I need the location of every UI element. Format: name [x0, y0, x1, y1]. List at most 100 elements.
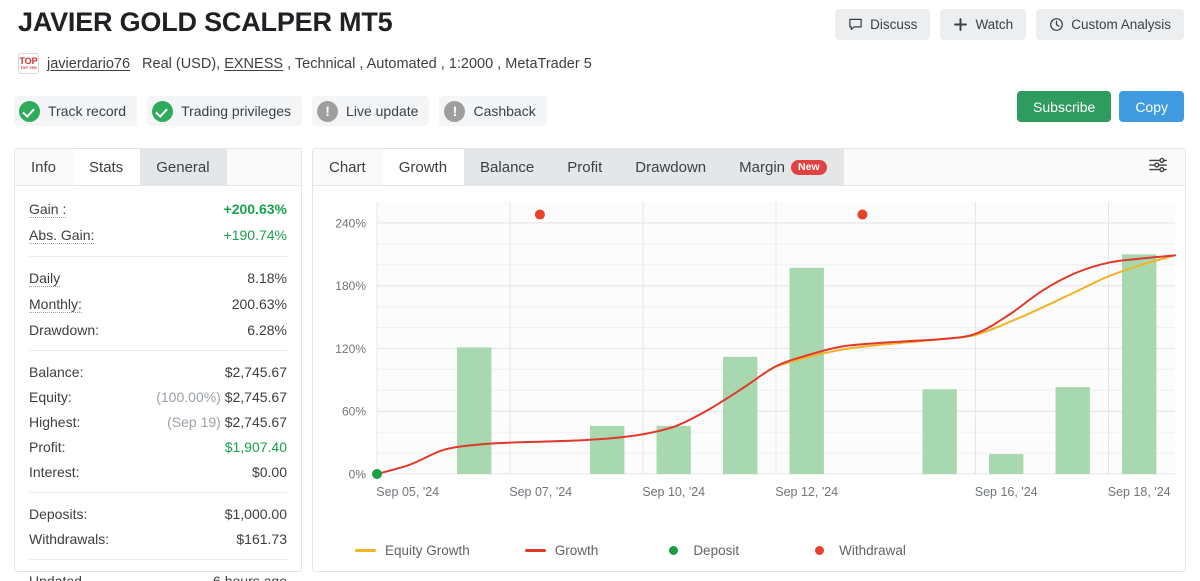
custom-analysis-button[interactable]: Custom Analysis	[1036, 9, 1184, 40]
stat-value-main: $2,745.67	[224, 388, 287, 405]
cta-button-group: Subscribe Copy	[1017, 91, 1184, 122]
tab-profit[interactable]: Profit	[551, 149, 620, 185]
stat-value: 8.18%	[247, 269, 287, 286]
legend-item-equity-growth[interactable]: Equity Growth	[355, 543, 470, 558]
legend-label: Withdrawal	[839, 543, 906, 558]
legend-item-withdrawal[interactable]: Withdrawal	[809, 543, 906, 558]
stat-row-equity: Equity: (100.00%) $2,745.67	[29, 384, 287, 409]
tab-growth-label: Growth	[398, 158, 448, 176]
tab-growth[interactable]: Growth	[382, 149, 465, 185]
sliders-icon	[1147, 154, 1169, 181]
tab-general-label: General	[156, 158, 210, 176]
stat-value-main: $2,745.67	[224, 413, 287, 430]
subscribe-button[interactable]: Subscribe	[1017, 91, 1112, 122]
stat-value-prefix: (Sep 19)	[167, 413, 221, 430]
svg-text:Sep 05, '24: Sep 05, '24	[376, 485, 439, 499]
tab-balance[interactable]: Balance	[464, 149, 552, 185]
svg-text:60%: 60%	[342, 405, 366, 419]
stat-label: Highest:	[29, 413, 81, 430]
page-header: JAVIER GOLD SCALPER MT5 Discuss Watch Cu…	[0, 0, 1200, 48]
discuss-label: Discuss	[870, 17, 918, 32]
stat-row-gain: Gain : +200.63%	[29, 196, 287, 222]
legend-item-growth[interactable]: Growth	[524, 543, 598, 558]
chart-legend: Equity Growth Growth Deposit Withdrawal	[313, 543, 1187, 558]
tab-drawdown[interactable]: Drawdown	[619, 149, 724, 185]
copy-button[interactable]: Copy	[1119, 91, 1184, 122]
custom-analysis-label: Custom Analysis	[1071, 17, 1171, 32]
chart-settings-button[interactable]	[1143, 152, 1173, 182]
stat-row-daily: Daily 8.18%	[29, 265, 287, 291]
stat-value: $161.73	[236, 530, 287, 547]
clock-icon	[1049, 17, 1064, 32]
stat-row-withdrawals: Withdrawals: $161.73	[29, 526, 287, 551]
stat-label: Withdrawals:	[29, 530, 110, 547]
exclamation-circle-icon	[317, 100, 339, 122]
stat-label: Gain :	[29, 200, 67, 218]
stat-value: (Sep 19) $2,745.67	[167, 414, 287, 430]
divider	[29, 492, 287, 494]
status-chip-group: Track record Trading privileges Live upd…	[14, 96, 547, 126]
tab-drawdown-label: Drawdown	[635, 158, 707, 176]
stat-row-highest: Highest: (Sep 19) $2,745.67	[29, 409, 287, 434]
divider	[29, 559, 287, 561]
stat-value: 200.63%	[231, 295, 287, 312]
svg-text:Sep 12, '24: Sep 12, '24	[775, 485, 838, 499]
stat-value: 6.28%	[247, 321, 287, 338]
stat-label: Monthly:	[29, 295, 82, 313]
svg-text:0%: 0%	[349, 468, 367, 482]
divider	[29, 256, 287, 258]
tab-general[interactable]: General	[140, 149, 227, 185]
svg-text:Sep 18, '24: Sep 18, '24	[1108, 485, 1171, 499]
chart-panel: Chart Growth Balance Profit Drawdown Mar…	[312, 148, 1186, 572]
legend-line-swatch	[524, 549, 546, 552]
plus-icon	[953, 17, 968, 32]
tab-info[interactable]: Info	[15, 149, 74, 185]
chip-track-record[interactable]: Track record	[14, 96, 138, 126]
stat-value: $0.00	[251, 463, 287, 480]
chip-cashback[interactable]: Cashback	[439, 96, 547, 126]
stat-label: Interest:	[29, 463, 80, 480]
username-link[interactable]: javierdario76	[47, 56, 130, 72]
chip-trading-privileges[interactable]: Trading privileges	[147, 96, 303, 126]
broker-link[interactable]: EXNESS	[224, 56, 283, 72]
stat-label: Equity:	[29, 388, 72, 405]
chip-live-update[interactable]: Live update	[312, 96, 430, 126]
legend-item-deposit[interactable]: Deposit	[663, 543, 739, 558]
account-meta-suffix: , Technical , Automated , 1:2000 , MetaT…	[283, 55, 592, 72]
stats-panel: Info Stats General Gain : +200.63% Abs. …	[14, 148, 302, 581]
stats-tabbar: Info Stats General	[15, 149, 301, 186]
check-circle-icon	[152, 100, 174, 122]
svg-text:120%: 120%	[335, 342, 366, 356]
tab-profit-label: Profit	[567, 158, 603, 176]
discuss-button[interactable]: Discuss	[835, 9, 931, 40]
stat-label: Deposits:	[29, 505, 88, 522]
growth-chart-svg[interactable]: 0% 60% 120% 180% 240% Sep 05, '24 Sep 07, '24 S…	[313, 186, 1187, 526]
tab-chart-label: Chart	[329, 158, 366, 176]
stat-row-monthly: Monthly: 200.63%	[29, 291, 287, 317]
exclamation-circle-icon	[444, 100, 466, 122]
stat-label: Balance:	[29, 363, 84, 380]
stat-value: $1,907.40	[224, 438, 287, 455]
account-meta-row: TOP TOP TEN javierdario76 Real (USD), EX…	[18, 53, 592, 74]
stat-value: +200.63%	[223, 200, 287, 217]
legend-dot-swatch	[815, 546, 825, 555]
tab-margin[interactable]: Margin New	[723, 149, 844, 185]
tab-balance-label: Balance	[480, 158, 535, 176]
stat-label: Daily	[29, 269, 61, 287]
tab-stats[interactable]: Stats	[73, 149, 141, 185]
stat-row-deposits: Deposits: $1,000.00	[29, 501, 287, 526]
svg-text:Sep 10, '24: Sep 10, '24	[642, 485, 705, 499]
svg-text:Sep 07, '24: Sep 07, '24	[509, 485, 572, 499]
chart-tabbar: Chart Growth Balance Profit Drawdown Mar…	[313, 149, 1185, 186]
stat-label: Profit:	[29, 438, 66, 455]
legend-label: Deposit	[693, 543, 740, 558]
chart-tabbar-right	[1143, 149, 1185, 185]
stat-value: $1,000.00	[224, 505, 287, 522]
tab-chart[interactable]: Chart	[313, 149, 383, 185]
account-type: Real (USD),	[142, 55, 225, 72]
stat-row-profit: Profit: $1,907.40	[29, 434, 287, 459]
growth-chart: 0% 60% 120% 180% 240% Sep 05, '24 Sep 07, '24 S…	[313, 186, 1187, 572]
tab-stats-label: Stats	[89, 158, 124, 176]
watch-button[interactable]: Watch	[940, 9, 1027, 40]
stat-row-interest: Interest: $0.00	[29, 459, 287, 484]
